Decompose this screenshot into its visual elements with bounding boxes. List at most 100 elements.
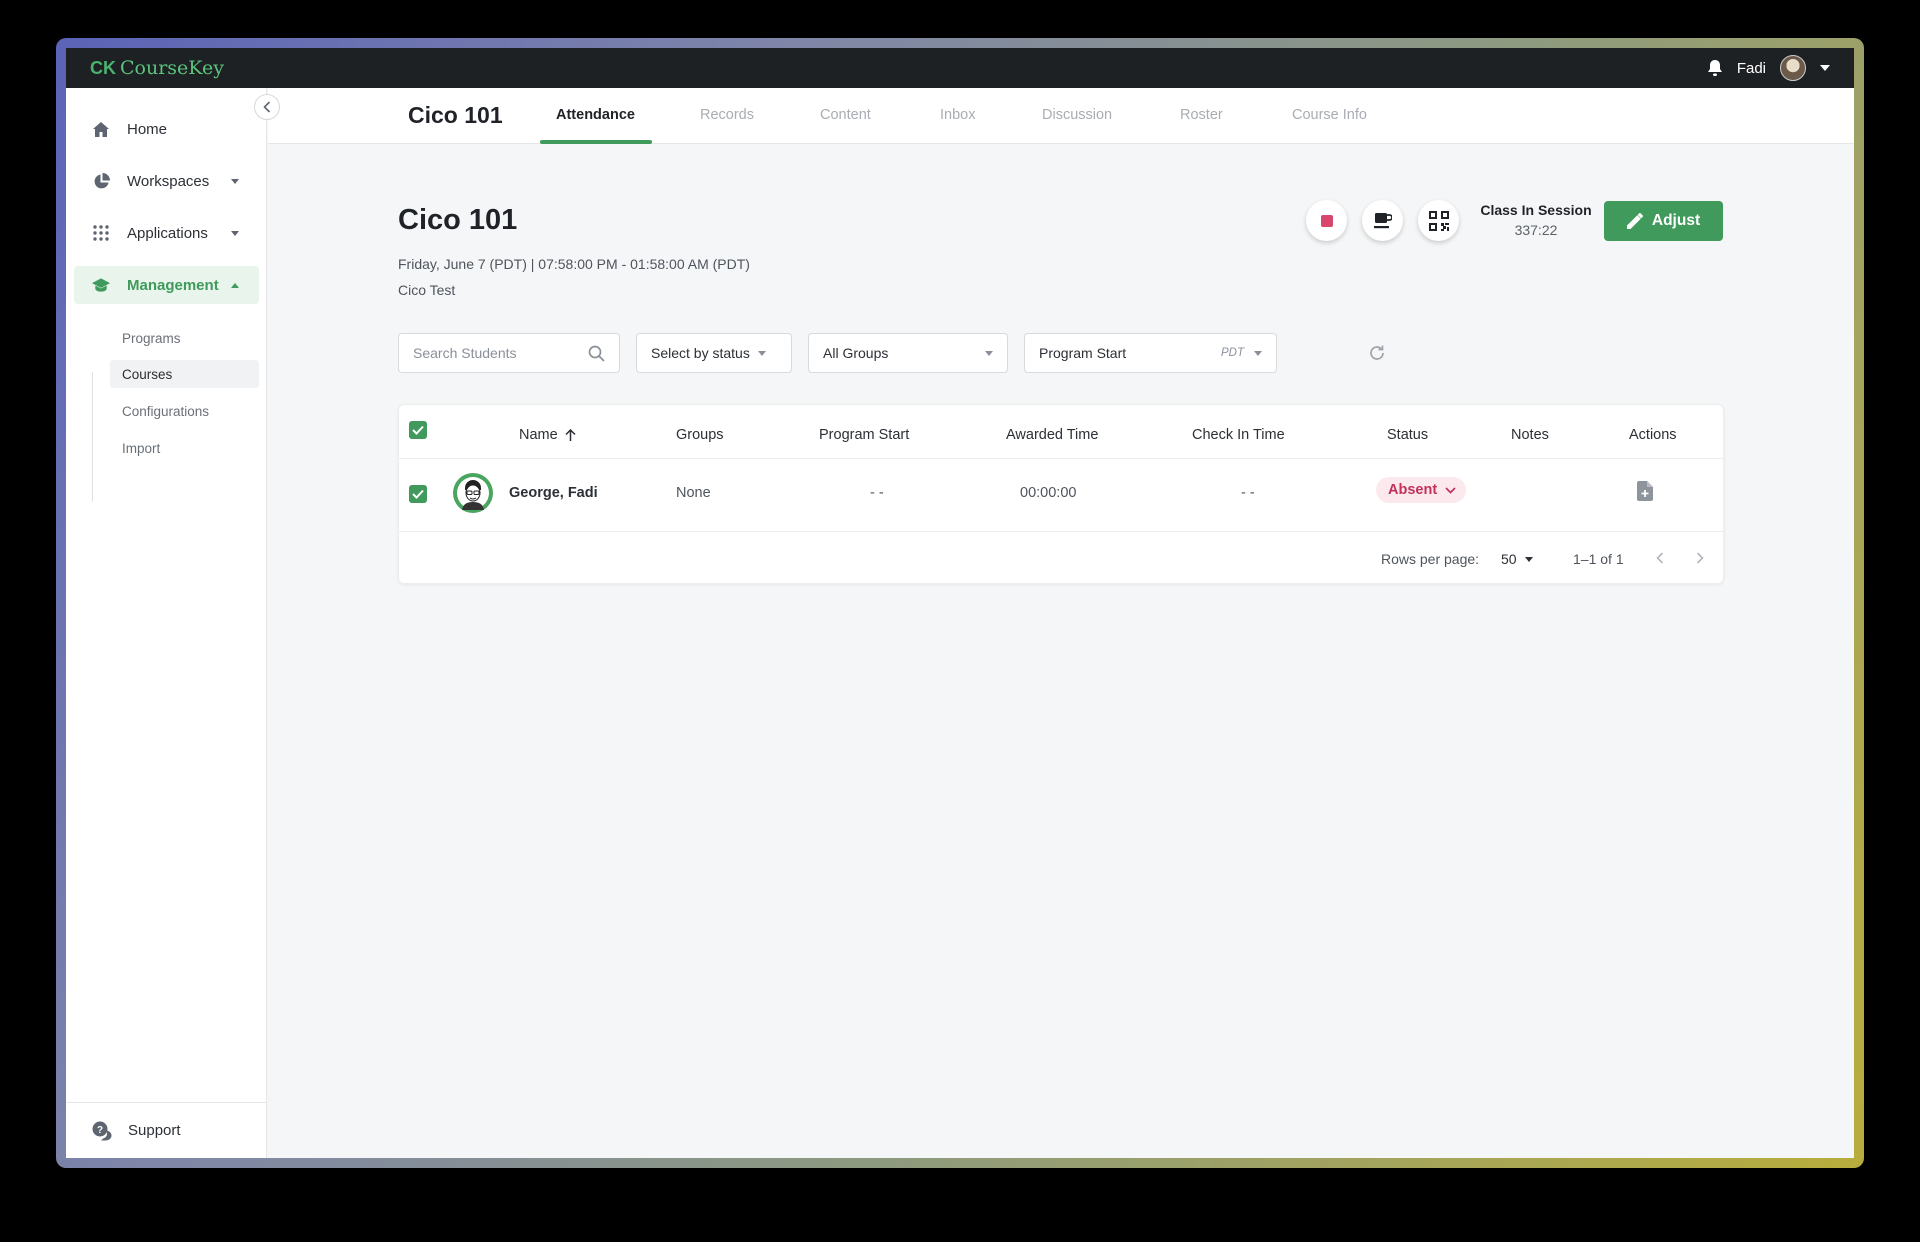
chevron-down-icon — [985, 350, 993, 356]
break-button[interactable] — [1362, 200, 1403, 241]
status-filter-label: Select by status — [651, 345, 750, 361]
user-avatar[interactable] — [1780, 55, 1806, 81]
coffee-cup-icon — [1373, 213, 1392, 229]
status-badge-label: Absent — [1388, 482, 1438, 498]
home-icon — [92, 120, 110, 138]
chevron-down-icon — [757, 350, 766, 356]
sidebar-item-label: Management — [127, 276, 219, 294]
sidebar-item-support[interactable]: ? Support — [66, 1102, 266, 1158]
pie-chart-icon — [92, 172, 110, 190]
chevron-up-icon — [231, 282, 239, 288]
sidebar-subitem-configurations[interactable]: Configurations — [110, 397, 259, 425]
check-icon — [412, 489, 424, 499]
chevron-down-icon — [1445, 486, 1456, 494]
groups-filter-select[interactable]: All Groups — [808, 333, 1008, 373]
chevron-down-icon — [1254, 350, 1262, 356]
search-icon — [588, 345, 605, 362]
student-program-start: - - — [870, 485, 884, 501]
course-tabs-bar: Cico 101 Attendance Records Content Inbo… — [268, 88, 1854, 144]
sidebar-item-home[interactable]: Home — [74, 110, 259, 148]
page-title: Cico 101 — [398, 204, 518, 236]
sidebar-item-label: Home — [127, 120, 168, 138]
sidebar: Home Workspaces Applications Management … — [66, 88, 267, 1158]
column-header-groups[interactable]: Groups — [676, 427, 724, 443]
sidebar-item-label: Applications — [127, 224, 208, 242]
header-divider — [399, 458, 1723, 459]
select-all-checkbox[interactable] — [409, 421, 427, 439]
column-header-label: Name — [519, 427, 558, 443]
apps-grid-icon — [92, 224, 110, 242]
tab-attendance[interactable]: Attendance — [556, 107, 635, 123]
brand-name-course: Course — [120, 57, 189, 79]
rows-per-page-select[interactable]: 50 — [1501, 551, 1533, 567]
column-header-program-start[interactable]: Program Start — [819, 427, 909, 443]
sidebar-subitem-courses[interactable]: Courses — [110, 360, 259, 388]
search-students-field[interactable]: Search Students — [398, 333, 620, 373]
subitem-label: Configurations — [122, 403, 210, 419]
sidebar-item-applications[interactable]: Applications — [74, 214, 259, 252]
graduation-cap-icon — [92, 276, 110, 294]
sort-ascending-icon — [565, 428, 576, 441]
student-groups: None — [676, 485, 711, 501]
help-chat-icon: ? — [92, 1121, 112, 1141]
column-header-notes: Notes — [1511, 427, 1549, 443]
sidebar-collapse-button[interactable] — [254, 94, 280, 120]
add-document-icon[interactable] — [1637, 481, 1653, 506]
adjust-button[interactable]: Adjust — [1604, 201, 1723, 241]
qr-code-icon — [1428, 210, 1449, 231]
chevron-down-icon — [1524, 556, 1533, 562]
time-filter-select[interactable]: Program Start PDT — [1024, 333, 1277, 373]
stop-session-button[interactable] — [1306, 200, 1347, 241]
row-checkbox[interactable] — [409, 485, 427, 503]
column-header-check-in-time[interactable]: Check In Time — [1192, 427, 1285, 443]
subitem-label: Courses — [122, 366, 173, 382]
tab-content[interactable]: Content — [820, 107, 871, 123]
groups-filter-label: All Groups — [823, 345, 889, 361]
timezone-label: PDT — [1221, 347, 1244, 359]
sidebar-item-workspaces[interactable]: Workspaces — [74, 162, 259, 200]
tab-course-info[interactable]: Course Info — [1292, 107, 1367, 123]
rows-per-page-value: 50 — [1501, 551, 1517, 567]
sidebar-subitem-import[interactable]: Import — [110, 434, 259, 462]
tab-roster[interactable]: Roster — [1180, 107, 1223, 123]
column-header-status[interactable]: Status — [1387, 427, 1428, 443]
user-area: Fadi — [1707, 55, 1830, 81]
next-page-icon[interactable] — [1695, 551, 1705, 570]
student-check-in-time: - - — [1241, 485, 1255, 501]
student-avatar — [453, 473, 493, 513]
brand-logo[interactable]: CK Course Key — [90, 57, 224, 79]
student-awarded-time: 00:00:00 — [1020, 485, 1077, 501]
chevron-down-icon — [231, 230, 239, 236]
brand-name-key: Key — [188, 57, 224, 79]
column-header-awarded-time[interactable]: Awarded Time — [1006, 427, 1098, 443]
refresh-icon[interactable] — [1368, 344, 1386, 362]
tab-records[interactable]: Records — [700, 107, 754, 123]
sidebar-subitem-programs[interactable]: Programs — [110, 324, 259, 352]
tab-inbox[interactable]: Inbox — [940, 107, 975, 123]
pagination-range: 1–1 of 1 — [1573, 551, 1624, 567]
column-header-name[interactable]: Name — [519, 427, 576, 443]
subitem-label: Import — [122, 440, 161, 456]
tab-discussion[interactable]: Discussion — [1042, 107, 1112, 123]
status-badge[interactable]: Absent — [1376, 477, 1467, 503]
sidebar-item-management[interactable]: Management — [74, 266, 259, 304]
student-name[interactable]: George, Fadi — [509, 485, 598, 501]
status-filter-select[interactable]: Select by status — [636, 333, 792, 373]
svg-text:?: ? — [97, 1125, 103, 1136]
rows-per-page-label: Rows per page: — [1381, 551, 1480, 567]
qr-code-button[interactable] — [1418, 200, 1459, 241]
row-divider — [399, 531, 1723, 532]
search-input[interactable]: Search Students — [413, 345, 517, 361]
active-tab-indicator — [540, 140, 652, 144]
previous-page-icon[interactable] — [1655, 551, 1665, 570]
user-menu-caret-icon[interactable] — [1820, 65, 1830, 71]
user-name[interactable]: Fadi — [1737, 60, 1766, 77]
check-icon — [412, 425, 424, 435]
bell-icon[interactable] — [1707, 59, 1723, 77]
sidebar-item-label: Workspaces — [127, 172, 210, 190]
chevron-left-icon — [263, 101, 271, 113]
stop-icon — [1320, 214, 1333, 227]
management-subnav-line — [92, 372, 93, 502]
column-header-actions: Actions — [1629, 427, 1677, 443]
session-status-label: Class In Session — [1480, 202, 1592, 218]
